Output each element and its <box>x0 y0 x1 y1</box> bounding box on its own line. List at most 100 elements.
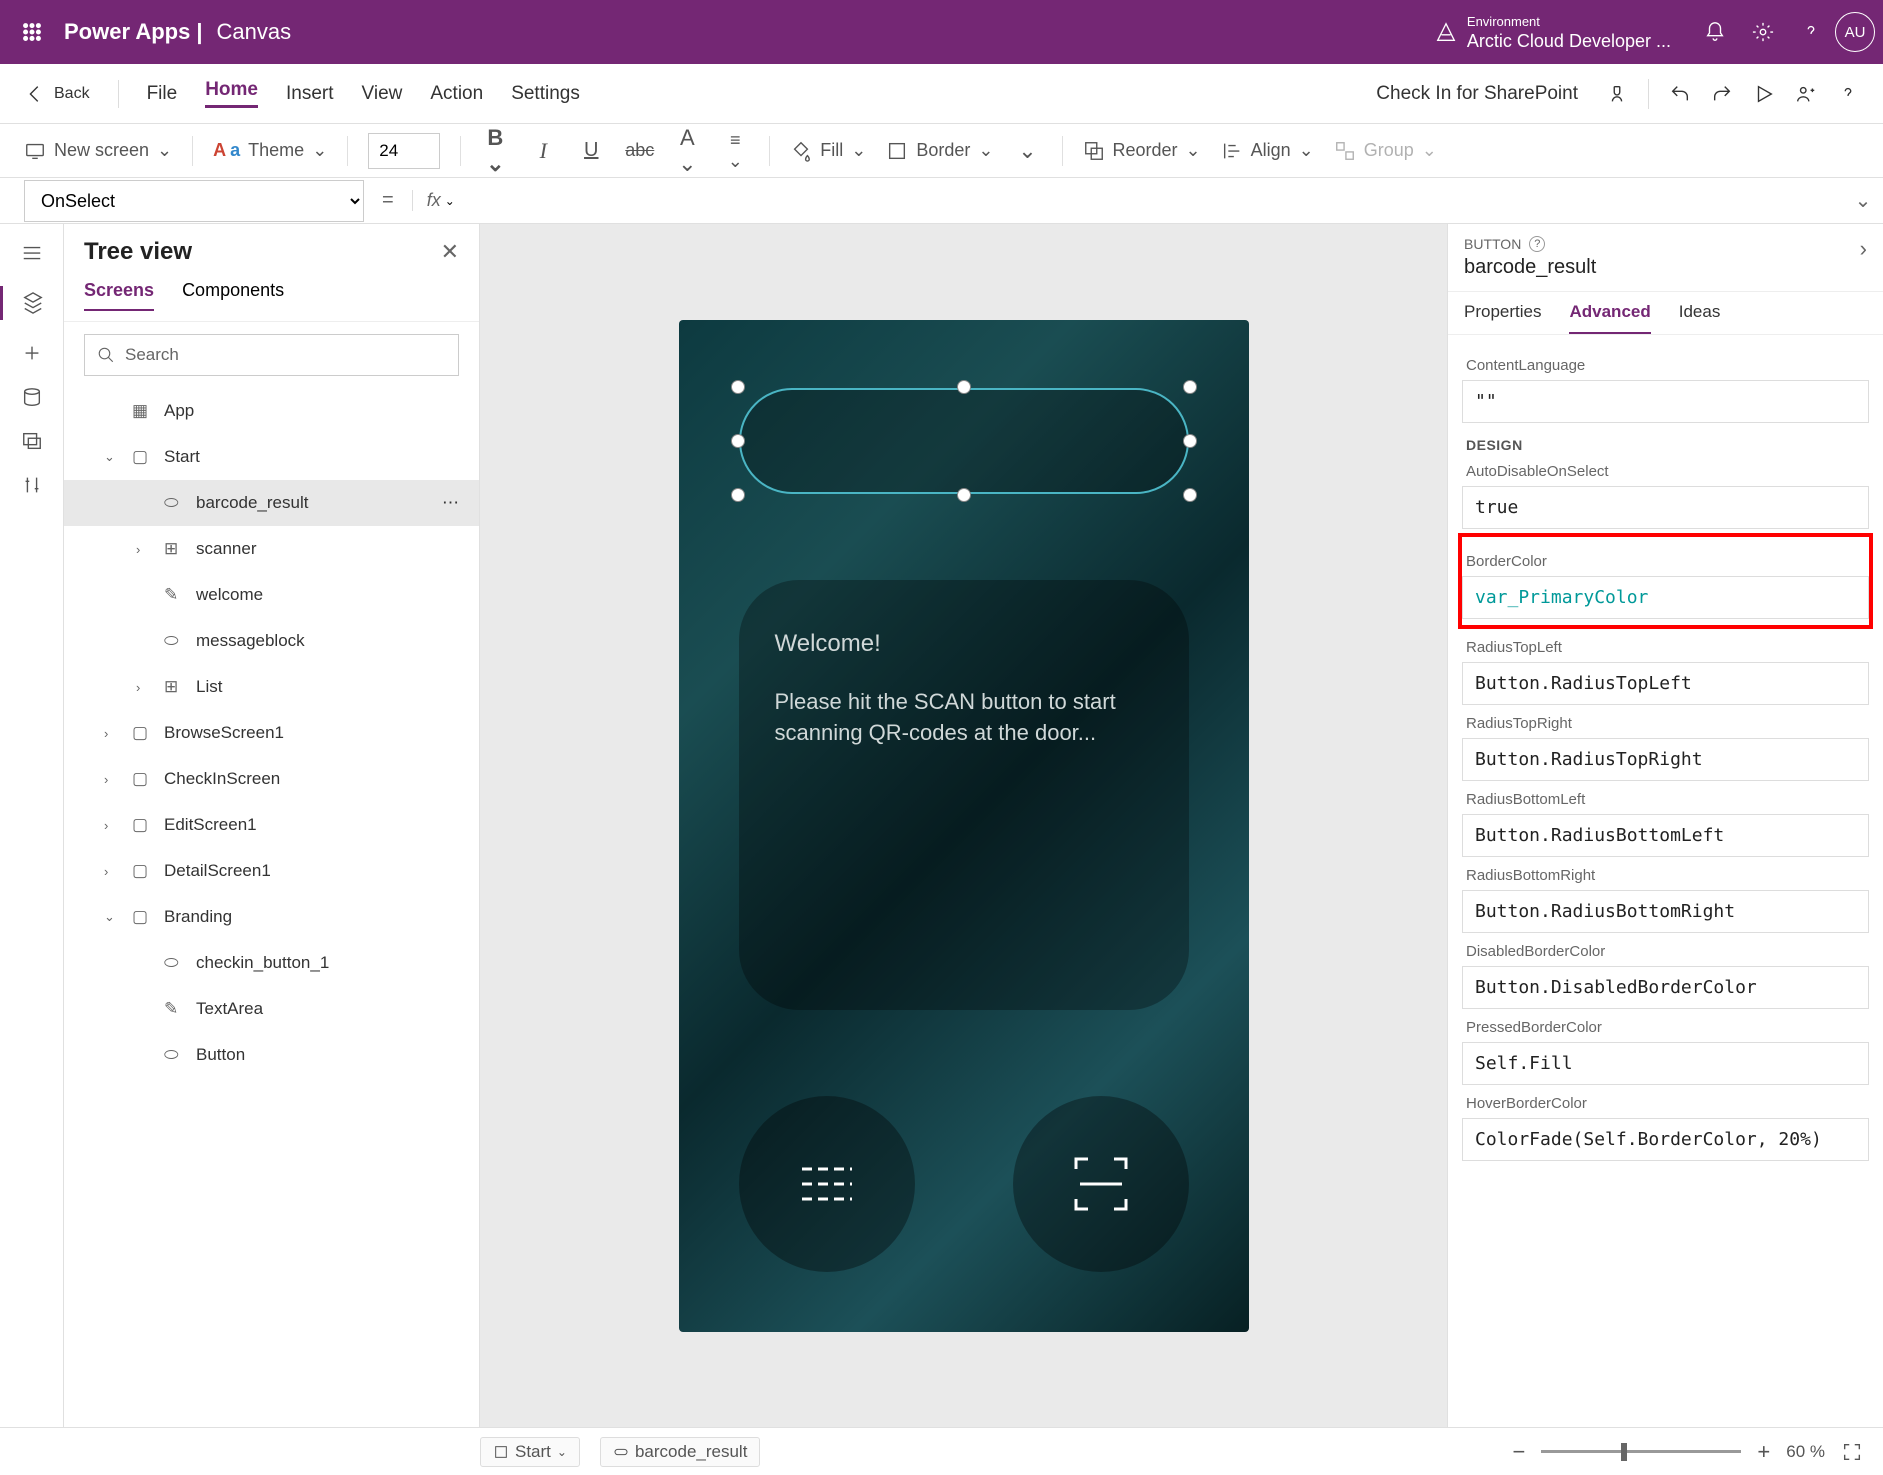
prop-input[interactable] <box>1462 890 1869 933</box>
prop-input[interactable] <box>1462 486 1869 529</box>
resize-handle[interactable] <box>731 434 745 448</box>
title-separator: | <box>196 19 202 45</box>
zoom-slider[interactable] <box>1541 1450 1741 1453</box>
menu-insert[interactable]: Insert <box>286 83 334 105</box>
check-in-link[interactable]: Check In for SharePoint <box>1376 83 1578 105</box>
prop-input-contentlanguage[interactable] <box>1462 380 1869 423</box>
selected-button[interactable] <box>739 388 1189 494</box>
resize-handle[interactable] <box>731 380 745 394</box>
data-icon[interactable] <box>21 386 43 408</box>
prop-input[interactable] <box>1462 814 1869 857</box>
text-align-icon[interactable]: ≡ ⌄ <box>721 130 749 172</box>
welcome-panel[interactable]: Welcome! Please hit the SCAN button to s… <box>739 580 1189 1010</box>
property-selector[interactable]: OnSelect <box>24 180 364 222</box>
menu-view[interactable]: View <box>362 83 403 105</box>
tree-item-welcome[interactable]: ✎welcome <box>64 572 479 618</box>
scan-circle-button[interactable] <box>1013 1096 1189 1272</box>
overflow-chevron[interactable]: ⌄ <box>1014 138 1042 164</box>
help-icon[interactable] <box>1787 8 1835 56</box>
media-icon[interactable] <box>21 430 43 452</box>
tab-advanced[interactable]: Advanced <box>1569 292 1650 334</box>
prop-input[interactable] <box>1462 1042 1869 1085</box>
resize-handle[interactable] <box>957 380 971 394</box>
notifications-icon[interactable] <box>1691 8 1739 56</box>
tree-item-checkinscreen[interactable]: ›▢CheckInScreen <box>64 756 479 802</box>
font-size-input[interactable] <box>368 133 440 169</box>
tree-view-icon[interactable] <box>0 286 63 320</box>
hamburger-icon[interactable] <box>21 242 43 264</box>
tree-app[interactable]: ▦App <box>64 388 479 434</box>
tab-ideas[interactable]: Ideas <box>1679 292 1721 334</box>
strikethrough-icon[interactable]: abc <box>625 140 653 161</box>
menu-action[interactable]: Action <box>430 83 483 105</box>
theme-button[interactable]: Aa Theme ⌄ <box>213 140 327 161</box>
tree-item-scanner[interactable]: ›⊞scanner <box>64 526 479 572</box>
tree-item-button[interactable]: ⬭Button <box>64 1032 479 1078</box>
menu-file[interactable]: File <box>147 83 178 105</box>
fit-screen-icon[interactable] <box>1841 1441 1863 1463</box>
tree-item-editscreen1[interactable]: ›▢EditScreen1 <box>64 802 479 848</box>
tab-screens[interactable]: Screens <box>84 280 154 311</box>
italic-icon[interactable]: I <box>529 138 557 164</box>
screen-preview: Welcome! Please hit the SCAN button to s… <box>679 320 1249 1332</box>
tab-properties[interactable]: Properties <box>1464 292 1541 334</box>
align-button[interactable]: Align⌄ <box>1221 140 1314 162</box>
border-button[interactable]: Border⌄ <box>886 140 993 162</box>
app-checker-icon[interactable] <box>1606 83 1628 105</box>
back-button[interactable]: Back <box>24 83 90 105</box>
close-tree-icon[interactable]: ✕ <box>441 239 459 265</box>
environment-picker[interactable]: Environment Arctic Cloud Developer ... <box>1435 13 1671 52</box>
tree-item-messageblock[interactable]: ⬭messageblock <box>64 618 479 664</box>
tree-item-textarea[interactable]: ✎TextArea <box>64 986 479 1032</box>
fill-button[interactable]: Fill⌄ <box>790 140 866 162</box>
resize-handle[interactable] <box>1183 488 1197 502</box>
font-color-icon[interactable]: A ⌄ <box>673 125 701 177</box>
insert-icon[interactable] <box>21 342 43 364</box>
undo-icon[interactable] <box>1669 83 1691 105</box>
breadcrumb-screen[interactable]: Start ⌄ <box>480 1437 580 1467</box>
reorder-button[interactable]: Reorder⌄ <box>1083 140 1201 162</box>
play-icon[interactable] <box>1753 83 1775 105</box>
info-icon[interactable]: ? <box>1529 236 1545 252</box>
tab-components[interactable]: Components <box>182 280 284 311</box>
expand-props-icon[interactable]: › <box>1860 236 1867 262</box>
tree-item-list[interactable]: ›⊞List <box>64 664 479 710</box>
formula-input[interactable] <box>467 181 1843 221</box>
tree-item-detailscreen1[interactable]: ›▢DetailScreen1 <box>64 848 479 894</box>
menu-home[interactable]: Home <box>205 79 258 108</box>
tree-item-barcode_result[interactable]: ⬭barcode_result⋯ <box>64 480 479 526</box>
settings-icon[interactable] <box>1739 8 1787 56</box>
bold-icon[interactable]: B ⌄ <box>481 125 509 177</box>
prop-input[interactable] <box>1462 966 1869 1009</box>
prop-input[interactable] <box>1462 576 1869 619</box>
share-icon[interactable] <box>1795 83 1817 105</box>
resize-handle[interactable] <box>1183 434 1197 448</box>
zoom-in-icon[interactable]: + <box>1757 1439 1770 1465</box>
resize-handle[interactable] <box>731 488 745 502</box>
app-launcher-icon[interactable] <box>8 21 56 43</box>
prop-input[interactable] <box>1462 738 1869 781</box>
prop-input[interactable] <box>1462 662 1869 705</box>
tree-item-start[interactable]: ⌄▢Start <box>64 434 479 480</box>
avatar[interactable]: AU <box>1835 12 1875 52</box>
resize-handle[interactable] <box>1183 380 1197 394</box>
tree-search-input[interactable]: Search <box>84 334 459 376</box>
menu-circle-button[interactable] <box>739 1096 915 1272</box>
expand-formula-icon[interactable]: ⌄ <box>1843 188 1883 213</box>
new-screen-button[interactable]: New screen ⌄ <box>24 140 172 162</box>
tree-item-checkin_button_1[interactable]: ⬭checkin_button_1 <box>64 940 479 986</box>
help-menu-icon[interactable] <box>1837 83 1859 105</box>
resize-handle[interactable] <box>957 488 971 502</box>
underline-icon[interactable]: U <box>577 139 605 162</box>
menu-settings[interactable]: Settings <box>511 83 580 105</box>
status-bar: Start ⌄ barcode_result − + 60 % <box>0 1427 1883 1475</box>
breadcrumb-control[interactable]: barcode_result <box>600 1437 760 1467</box>
zoom-out-icon[interactable]: − <box>1513 1439 1526 1465</box>
canvas[interactable]: Welcome! Please hit the SCAN button to s… <box>480 224 1447 1427</box>
tree-item-browsescreen1[interactable]: ›▢BrowseScreen1 <box>64 710 479 756</box>
advanced-tools-icon[interactable] <box>21 474 43 496</box>
prop-input[interactable] <box>1462 1118 1869 1161</box>
tree-item-branding[interactable]: ⌄▢Branding <box>64 894 479 940</box>
prop-label: HoverBorderColor <box>1466 1095 1869 1112</box>
redo-icon[interactable] <box>1711 83 1733 105</box>
